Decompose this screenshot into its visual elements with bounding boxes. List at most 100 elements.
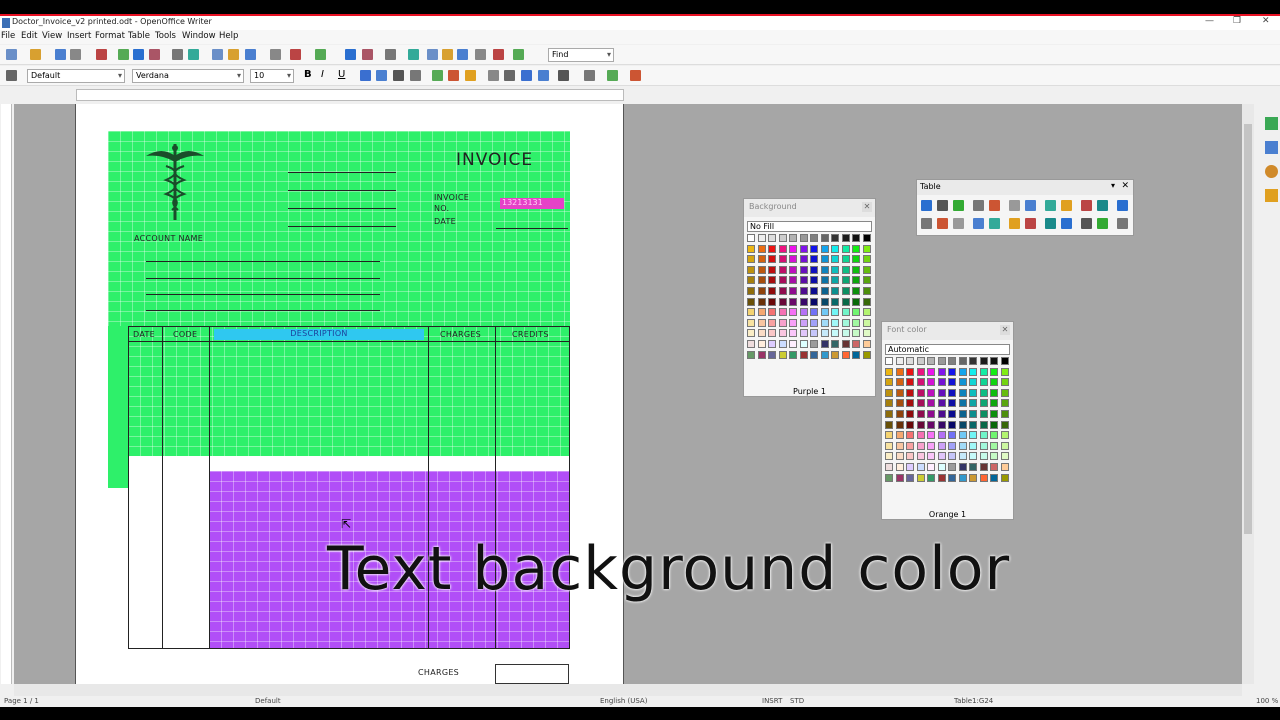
color-swatch[interactable] xyxy=(768,318,776,327)
vertical-ruler[interactable] xyxy=(1,104,12,684)
color-swatch[interactable] xyxy=(768,255,776,264)
color-swatch[interactable] xyxy=(862,276,871,285)
color-swatch[interactable] xyxy=(885,473,893,482)
fmt-toolbar-icon-10[interactable] xyxy=(521,70,532,81)
color-swatch[interactable] xyxy=(852,265,860,274)
table-tool-icon-row2-10[interactable] xyxy=(1097,218,1108,229)
color-swatch[interactable] xyxy=(916,399,925,408)
automatic-option[interactable]: Automatic xyxy=(885,344,1010,355)
color-swatch[interactable] xyxy=(862,340,871,348)
std-toolbar-icon-0[interactable] xyxy=(6,49,17,60)
menu-file[interactable]: File xyxy=(1,31,15,41)
color-swatch[interactable] xyxy=(948,388,956,397)
table-tool-icon-9[interactable] xyxy=(1081,200,1092,211)
color-swatch[interactable] xyxy=(927,399,935,408)
color-swatch[interactable] xyxy=(948,367,956,376)
color-swatch[interactable] xyxy=(747,340,755,348)
color-swatch[interactable] xyxy=(778,308,787,317)
table-tool-icon-row2-5[interactable] xyxy=(1009,218,1020,229)
color-swatch[interactable] xyxy=(852,318,860,327)
color-swatch[interactable] xyxy=(747,265,755,274)
color-swatch[interactable] xyxy=(820,329,829,338)
color-swatch[interactable] xyxy=(906,431,914,440)
table-tool-icon-5[interactable] xyxy=(1009,200,1020,211)
color-swatch[interactable] xyxy=(937,399,946,408)
color-swatch[interactable] xyxy=(799,276,808,285)
color-swatch[interactable] xyxy=(937,410,946,418)
color-swatch[interactable] xyxy=(862,234,871,242)
color-swatch[interactable] xyxy=(852,234,860,242)
std-toolbar-icon-1[interactable] xyxy=(30,49,41,60)
color-swatch[interactable] xyxy=(820,350,829,359)
fmt-toolbar-icon-3[interactable] xyxy=(393,70,404,81)
fmt-toolbar-icon-4[interactable] xyxy=(410,70,421,81)
fmt-toolbar-icon-11[interactable] xyxy=(538,70,549,81)
color-swatch[interactable] xyxy=(768,308,776,317)
std-toolbar-icon-14[interactable] xyxy=(290,49,301,60)
no-fill-option[interactable]: No Fill xyxy=(747,221,872,232)
invoice-no-value[interactable]: 13213131 xyxy=(500,198,564,209)
color-swatch[interactable] xyxy=(852,287,860,295)
color-swatch[interactable] xyxy=(841,329,850,338)
color-swatch[interactable] xyxy=(831,329,839,338)
color-swatch[interactable] xyxy=(906,367,914,376)
color-swatch[interactable] xyxy=(768,297,776,306)
color-swatch[interactable] xyxy=(820,234,829,242)
color-swatch[interactable] xyxy=(969,441,977,450)
table-tool-icon-1[interactable] xyxy=(937,200,948,211)
color-swatch[interactable] xyxy=(810,297,818,306)
color-swatch[interactable] xyxy=(895,431,904,440)
color-swatch[interactable] xyxy=(841,265,850,274)
color-swatch[interactable] xyxy=(799,318,808,327)
fmt-toolbar-icon-14[interactable] xyxy=(607,70,618,81)
font-color-panel-close-icon[interactable]: ✕ xyxy=(1000,325,1010,335)
fmt-toolbar-icon-5[interactable] xyxy=(432,70,443,81)
color-swatch[interactable] xyxy=(916,473,925,482)
color-swatch[interactable] xyxy=(906,410,914,418)
color-swatch[interactable] xyxy=(789,276,797,285)
color-swatch[interactable] xyxy=(862,265,871,274)
color-swatch[interactable] xyxy=(757,350,766,359)
color-swatch[interactable] xyxy=(990,357,998,365)
color-swatch[interactable] xyxy=(831,234,839,242)
std-toolbar-icon-10[interactable] xyxy=(212,49,223,60)
color-swatch[interactable] xyxy=(906,388,914,397)
color-swatch[interactable] xyxy=(948,431,956,440)
color-swatch[interactable] xyxy=(958,420,967,429)
minimize-button[interactable]: — xyxy=(1205,16,1214,26)
menu-edit[interactable]: Edit xyxy=(21,31,37,41)
color-swatch[interactable] xyxy=(799,340,808,348)
color-swatch[interactable] xyxy=(831,276,839,285)
underline-button[interactable]: U xyxy=(338,69,345,80)
navigator-icon[interactable] xyxy=(1265,141,1278,154)
color-swatch[interactable] xyxy=(747,255,755,264)
color-swatch[interactable] xyxy=(747,318,755,327)
menu-help[interactable]: Help xyxy=(219,31,238,41)
color-swatch[interactable] xyxy=(948,441,956,450)
color-swatch[interactable] xyxy=(852,297,860,306)
color-swatch[interactable] xyxy=(841,340,850,348)
color-swatch[interactable] xyxy=(958,399,967,408)
color-swatch[interactable] xyxy=(937,367,946,376)
color-swatch[interactable] xyxy=(810,244,818,253)
color-swatch[interactable] xyxy=(1000,420,1009,429)
color-swatch[interactable] xyxy=(1000,399,1009,408)
find-input[interactable]: Find xyxy=(548,48,614,62)
color-swatch[interactable] xyxy=(979,399,988,408)
horizontal-ruler[interactable] xyxy=(76,89,624,101)
color-swatch[interactable] xyxy=(810,287,818,295)
color-swatch[interactable] xyxy=(778,297,787,306)
color-swatch[interactable] xyxy=(979,378,988,387)
color-swatch[interactable] xyxy=(885,399,893,408)
color-swatch[interactable] xyxy=(841,318,850,327)
color-swatch[interactable] xyxy=(958,410,967,418)
color-swatch[interactable] xyxy=(768,287,776,295)
color-swatch[interactable] xyxy=(895,357,904,365)
std-toolbar-icon-18[interactable] xyxy=(385,49,396,60)
color-swatch[interactable] xyxy=(885,410,893,418)
color-swatch[interactable] xyxy=(841,234,850,242)
color-swatch[interactable] xyxy=(1000,410,1009,418)
color-swatch[interactable] xyxy=(799,297,808,306)
close-button[interactable]: ✕ xyxy=(1262,16,1270,26)
color-swatch[interactable] xyxy=(895,473,904,482)
